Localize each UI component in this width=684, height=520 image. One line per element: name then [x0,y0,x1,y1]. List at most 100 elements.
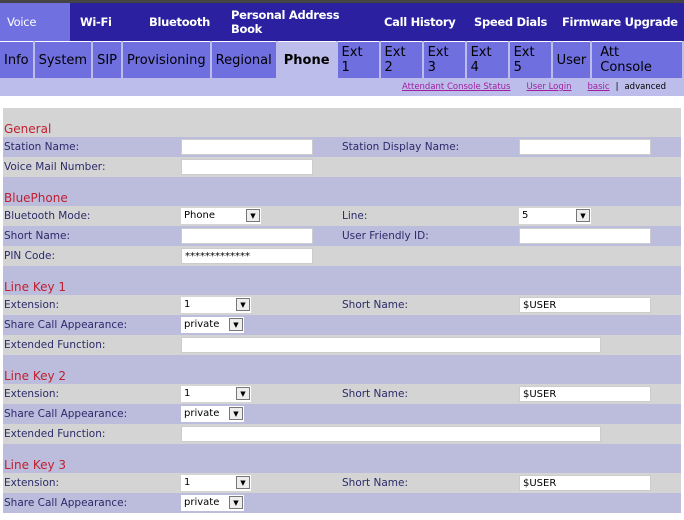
tab-personal-address-book[interactable]: Personal Address Book [221,3,372,41]
form-row: PIN Code: ************* [3,246,681,266]
share-call-appearance-select[interactable]: private ▼ [181,406,244,422]
label: Short Name: [342,388,409,400]
label: Extension: [4,299,60,311]
section-bluephone: BluePhone [3,177,681,206]
tab-bluetooth[interactable]: Bluetooth [139,3,221,41]
label: Extended Function: [4,339,106,351]
tab-call-history[interactable]: Call History [372,3,462,41]
tab-firmware-upgrade[interactable]: Firmware Upgrade [550,3,678,41]
form-row: Short Name: User Friendly ID: [3,226,681,246]
chevron-down-icon: ▼ [236,387,250,400]
chevron-down-icon: ▼ [236,476,250,489]
selected-value: private [184,408,220,419]
pin-code-input[interactable]: ************* [181,248,313,264]
extension-select[interactable]: 1 ▼ [181,475,251,491]
extended-function-input[interactable] [181,337,601,353]
station-name-input[interactable] [181,139,313,155]
subtab-provisioning[interactable]: Provisioning [123,41,210,78]
label: Extension: [4,477,60,489]
extended-function-input[interactable] [181,426,601,442]
section-title: Line Key 2 [4,369,67,383]
spacer [3,96,681,108]
subtab-regional[interactable]: Regional [211,41,276,78]
form-row: Extended Function: [3,335,681,355]
label: Voice Mail Number: [4,161,106,173]
line-select[interactable]: 5 ▼ [519,208,591,224]
bluetooth-mode-select[interactable]: Phone ▼ [181,208,261,224]
selected-value: private [184,497,220,508]
label: User Friendly ID: [342,230,429,242]
user-friendly-id-input[interactable] [519,228,651,244]
label: Extended Function: [4,428,106,440]
selected-value: 1 [184,299,191,310]
short-name-input[interactable]: $USER [519,297,651,313]
chevron-down-icon: ▼ [229,496,243,509]
section-title: General [4,122,52,136]
section-line-key-3: Line Key 3 [3,444,681,473]
view-links: Attendant Console Status User Login basi… [0,78,684,96]
share-call-appearance-select[interactable]: private ▼ [181,317,244,333]
subtab-ext5[interactable]: Ext 5 [509,41,551,78]
subtab-att-console[interactable]: Att Console [592,41,682,78]
short-name-input[interactable]: $USER [519,475,651,491]
subtab-ext1[interactable]: Ext 1 [337,41,379,78]
label: Share Call Appearance: [4,408,128,420]
label: Line: [342,210,368,222]
section-title: Line Key 1 [4,280,67,294]
tab-speed-dials[interactable]: Speed Dials [462,3,550,41]
section-general: General [3,108,681,137]
form-row: Extension: 1 ▼ Short Name: $USER [3,473,681,493]
share-call-appearance-select[interactable]: private ▼ [181,495,244,511]
label: Share Call Appearance: [4,319,128,331]
selected-value: 1 [184,388,191,399]
form-row: Extended Function: [3,424,681,444]
station-display-name-input[interactable] [519,139,651,155]
label: Station Name: [4,141,80,153]
subtab-ext2[interactable]: Ext 2 [380,41,422,78]
label: Extension: [4,388,60,400]
chevron-down-icon: ▼ [236,298,250,311]
sub-nav: Info System SIP Provisioning Regional Ph… [0,41,684,78]
extension-select[interactable]: 1 ▼ [181,386,251,402]
extension-select[interactable]: 1 ▼ [181,297,251,313]
chevron-down-icon: ▼ [576,209,590,222]
subtab-user[interactable]: User [552,41,591,78]
subtab-info[interactable]: Info [0,41,33,78]
attendant-console-status-link[interactable]: Attendant Console Status [402,82,511,92]
section-line-key-2: Line Key 2 [3,355,681,384]
voice-mail-number-input[interactable] [181,159,313,175]
short-name-input[interactable] [181,228,313,244]
basic-view-link[interactable]: basic [588,82,610,92]
chevron-down-icon: ▼ [229,407,243,420]
form-row: Voice Mail Number: [3,157,681,177]
selected-value: 1 [184,477,191,488]
selected-value: 5 [522,210,529,221]
subtab-ext4[interactable]: Ext 4 [466,41,508,78]
short-name-input[interactable]: $USER [519,386,651,402]
section-title: Line Key 3 [4,458,67,472]
separator: | [615,82,619,92]
selected-value: private [184,319,220,330]
subtab-system[interactable]: System [34,41,92,78]
section-title: BluePhone [4,191,68,205]
label: Station Display Name: [342,141,460,153]
label: PIN Code: [4,250,56,262]
tab-voice[interactable]: Voice [0,3,70,41]
subtab-phone[interactable]: Phone [277,41,336,78]
advanced-view-label: advanced [624,82,666,92]
phone-settings-form: General Station Name: Station Display Na… [0,108,684,513]
chevron-down-icon: ▼ [246,209,260,222]
form-row: Extension: 1 ▼ Short Name: $USER [3,295,681,315]
label: Share Call Appearance: [4,497,128,509]
subtab-sip[interactable]: SIP [93,41,122,78]
selected-value: Phone [184,210,215,221]
form-row: Share Call Appearance: private ▼ [3,404,681,424]
form-row: Share Call Appearance: private ▼ [3,315,681,335]
form-row: Station Name: Station Display Name: [3,137,681,157]
user-login-link[interactable]: User Login [527,82,572,92]
subtab-ext3[interactable]: Ext 3 [423,41,465,78]
tab-wifi[interactable]: Wi-Fi [70,3,139,41]
label: Bluetooth Mode: [4,210,91,222]
label: Short Name: [4,230,71,242]
label: Short Name: [342,299,409,311]
